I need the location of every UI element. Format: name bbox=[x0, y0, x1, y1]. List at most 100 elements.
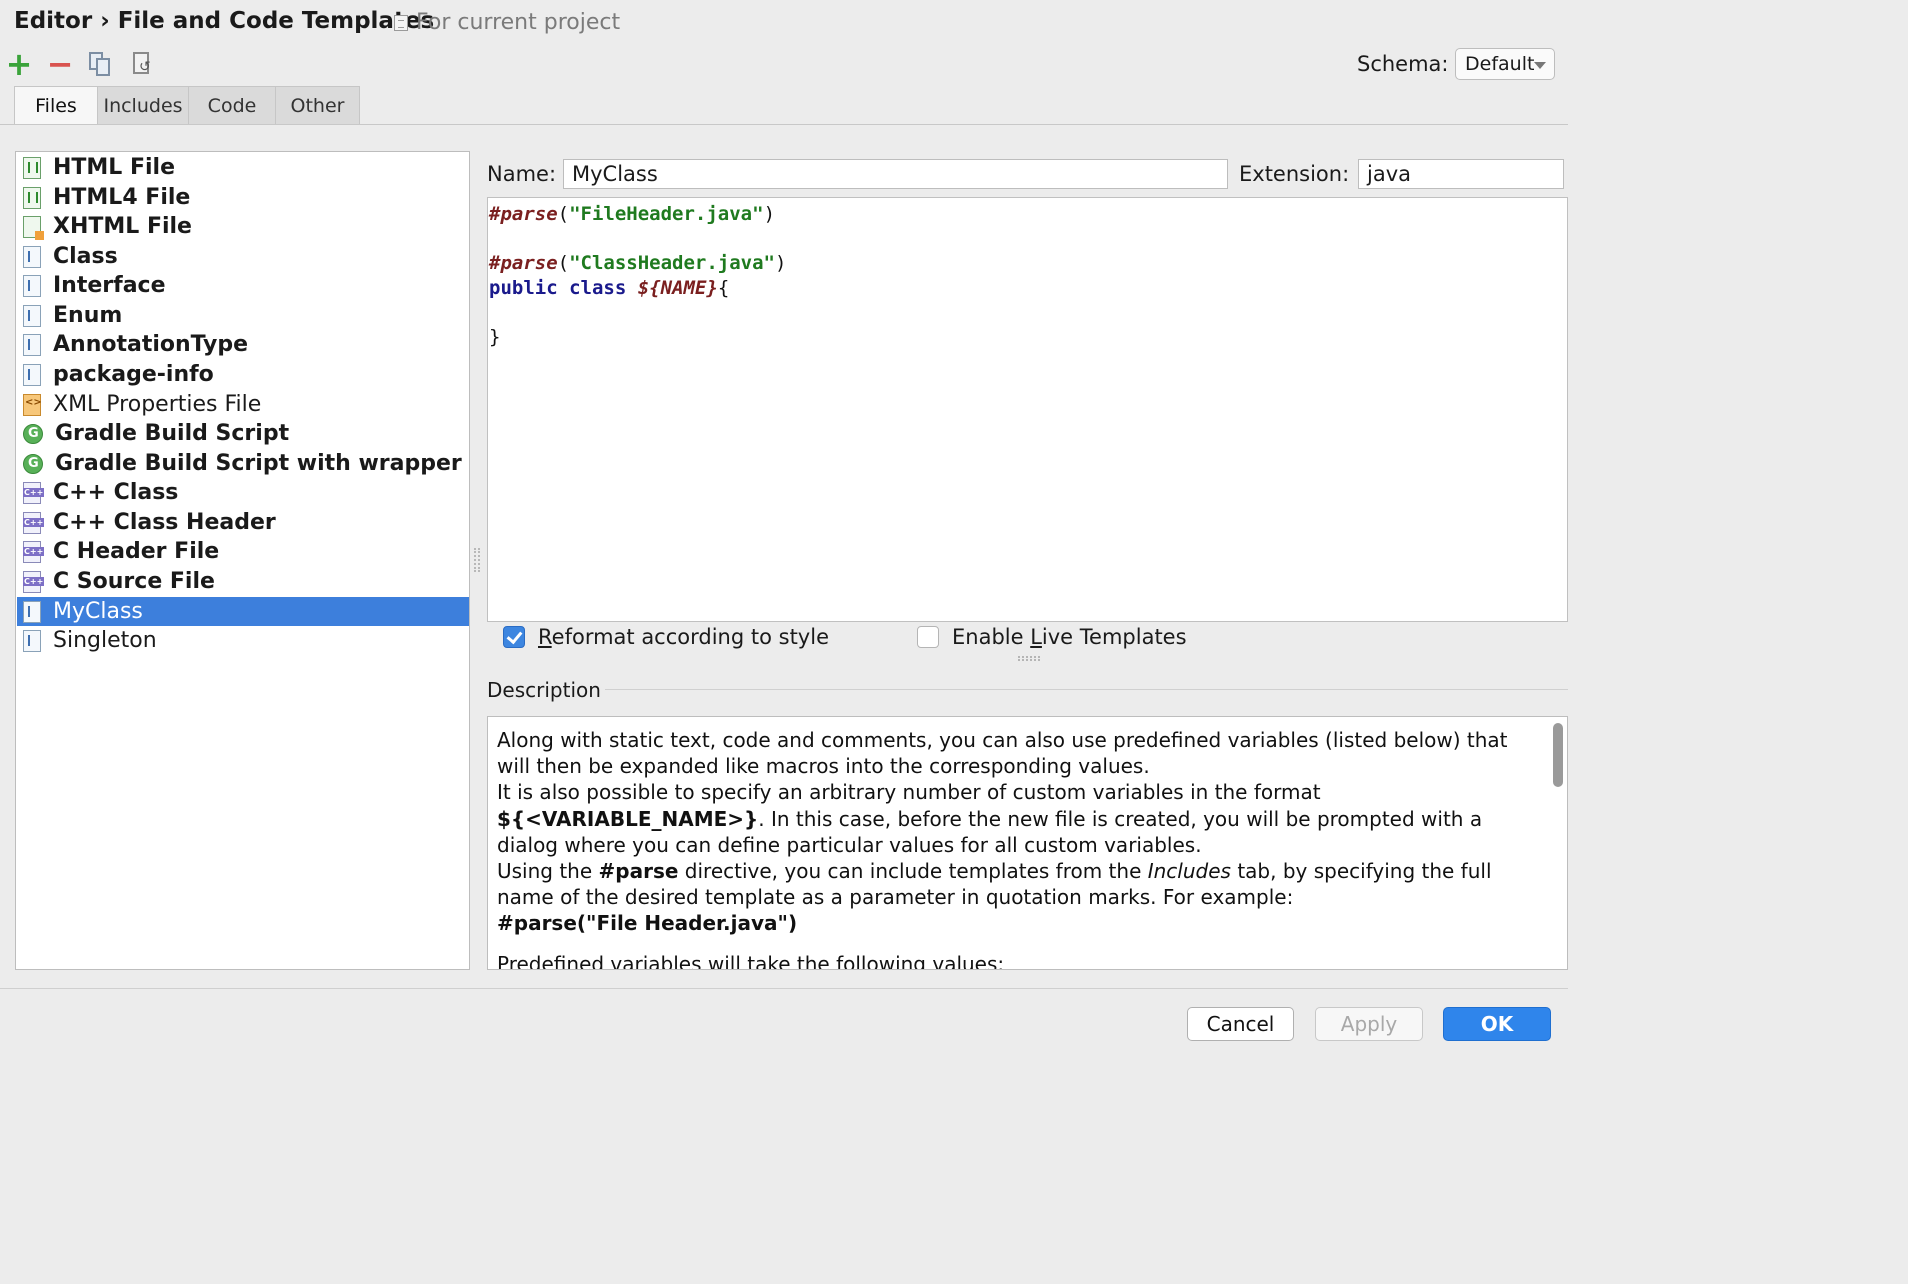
html-file-icon bbox=[23, 156, 41, 179]
code-line: public class ${NAME}{ bbox=[488, 276, 1567, 301]
variable-format: ${<VARIABLE_NAME>} bbox=[497, 806, 759, 831]
list-item[interactable]: Enum bbox=[17, 301, 469, 330]
cpp-file-icon bbox=[23, 570, 45, 593]
list-item[interactable]: HTML File bbox=[17, 153, 469, 182]
list-item-label: MyClass bbox=[53, 599, 143, 624]
code-punct: { bbox=[717, 276, 730, 299]
scope-label: For current project bbox=[416, 10, 621, 35]
list-item[interactable]: HTML4 File bbox=[17, 183, 469, 212]
template-tabs: Files Includes Code Other bbox=[14, 86, 360, 124]
template-code-editor[interactable]: #parse("FileHeader.java") #parse("ClassH… bbox=[487, 197, 1568, 622]
description-scrollbar[interactable] bbox=[1553, 723, 1563, 787]
description-content: Along with static text, code and comment… bbox=[497, 727, 1542, 970]
reset-template-button[interactable]: ↺ bbox=[128, 50, 156, 78]
list-item[interactable]: C Header File bbox=[17, 537, 469, 566]
cancel-button[interactable]: Cancel bbox=[1187, 1007, 1294, 1041]
tab-code[interactable]: Code bbox=[188, 86, 276, 124]
code-keyword: class bbox=[569, 276, 627, 299]
plus-icon: + bbox=[5, 45, 33, 83]
chevron-down-icon bbox=[1534, 62, 1546, 69]
list-item[interactable]: package-info bbox=[17, 360, 469, 389]
list-item-label: package-info bbox=[53, 362, 214, 387]
code-line: #parse("FileHeader.java") bbox=[488, 202, 1567, 227]
code-keyword: public bbox=[489, 276, 558, 299]
schema-value: Default bbox=[1465, 53, 1535, 75]
code-punct: ( bbox=[557, 203, 570, 225]
reformat-option[interactable]: Reformat according to style bbox=[503, 625, 829, 649]
code-punct: ( bbox=[557, 252, 570, 274]
gradle-icon bbox=[23, 423, 43, 444]
list-item-label: AnnotationType bbox=[53, 332, 249, 357]
list-item-label: Interface bbox=[53, 273, 166, 298]
code-line: } bbox=[488, 325, 1567, 350]
code-variable: ${NAME} bbox=[637, 276, 718, 299]
description-title: Description bbox=[487, 678, 601, 702]
copy-template-button[interactable] bbox=[86, 50, 114, 78]
tab-divider bbox=[0, 124, 1568, 125]
live-templates-option[interactable]: Enable Live Templates bbox=[917, 625, 1187, 649]
splitter-handle[interactable] bbox=[474, 548, 480, 572]
tab-files[interactable]: Files bbox=[14, 86, 98, 124]
live-templates-checkbox[interactable] bbox=[917, 626, 939, 648]
list-item-label: Class bbox=[53, 244, 118, 269]
description-paragraph: Predefined variables will take the follo… bbox=[497, 951, 1005, 970]
java-file-icon bbox=[23, 245, 41, 268]
description-panel[interactable]: Along with static text, code and comment… bbox=[487, 716, 1568, 970]
mnemonic-char: L bbox=[1030, 625, 1042, 649]
list-item-label: C++ Class Header bbox=[53, 510, 276, 535]
code-line: #parse("ClassHeader.java") bbox=[488, 251, 1567, 276]
example-code: #parse("File Header.java") bbox=[497, 911, 798, 936]
list-item-selected[interactable]: MyClass bbox=[17, 597, 469, 626]
description-paragraph: Along with static text, code and comment… bbox=[497, 728, 1508, 779]
ok-button[interactable]: OK bbox=[1443, 1007, 1551, 1041]
schema-dropdown[interactable]: Default bbox=[1455, 48, 1555, 80]
minus-icon: − bbox=[46, 45, 74, 83]
list-item[interactable]: C++ Class Header bbox=[17, 508, 469, 537]
list-item-label: XHTML File bbox=[53, 214, 192, 239]
directive-text: #parse bbox=[598, 859, 679, 884]
mnemonic-char: R bbox=[538, 625, 552, 649]
list-item[interactable]: XHTML File bbox=[17, 212, 469, 241]
breadcrumb-separator: › bbox=[100, 8, 110, 34]
remove-template-button[interactable]: − bbox=[46, 45, 74, 83]
template-list[interactable]: HTML File HTML4 File XHTML File Class In… bbox=[15, 151, 470, 970]
description-example: #parse("File Header.java") bbox=[497, 910, 1542, 936]
tab-other[interactable]: Other bbox=[275, 86, 360, 124]
list-item[interactable]: Singleton bbox=[17, 626, 469, 655]
apply-button[interactable]: Apply bbox=[1315, 1007, 1423, 1041]
extension-label: Extension: bbox=[1239, 162, 1350, 186]
page-title: File and Code Templates bbox=[117, 8, 435, 34]
list-item[interactable]: XML Properties File bbox=[17, 390, 469, 419]
list-item[interactable]: Gradle Build Script bbox=[17, 419, 469, 448]
code-punct: ) bbox=[775, 252, 787, 274]
list-item[interactable]: Interface bbox=[17, 271, 469, 300]
list-item-label: C Source File bbox=[53, 569, 215, 594]
list-item[interactable]: AnnotationType bbox=[17, 330, 469, 359]
extension-field[interactable]: java bbox=[1358, 159, 1564, 189]
add-template-button[interactable]: + bbox=[5, 45, 33, 83]
reformat-checkbox[interactable] bbox=[503, 626, 525, 648]
code-string: "FileHeader.java" bbox=[569, 203, 764, 225]
breadcrumb-parent[interactable]: Editor bbox=[14, 8, 92, 34]
java-file-icon bbox=[23, 363, 41, 386]
footer-divider bbox=[0, 988, 1568, 989]
list-item-label: HTML File bbox=[53, 155, 176, 180]
text: It is also possible to specify an arbitr… bbox=[497, 780, 1321, 805]
list-item-label: XML Properties File bbox=[53, 392, 262, 417]
html-file-icon bbox=[23, 186, 41, 209]
list-item[interactable]: C++ Class bbox=[17, 478, 469, 507]
list-item[interactable]: Gradle Build Script with wrapper bbox=[17, 449, 469, 478]
list-item-label: Singleton bbox=[53, 628, 157, 653]
project-scope-icon bbox=[394, 14, 408, 31]
list-item[interactable]: Class bbox=[17, 242, 469, 271]
java-file-icon bbox=[23, 274, 41, 297]
cpp-file-icon bbox=[23, 481, 45, 504]
list-item[interactable]: C Source File bbox=[17, 567, 469, 596]
java-file-icon bbox=[23, 333, 41, 356]
code-punct: } bbox=[489, 325, 501, 348]
name-field[interactable]: MyClass bbox=[563, 159, 1228, 189]
resize-grip[interactable] bbox=[1018, 656, 1040, 661]
tab-includes[interactable]: Includes bbox=[97, 86, 189, 124]
